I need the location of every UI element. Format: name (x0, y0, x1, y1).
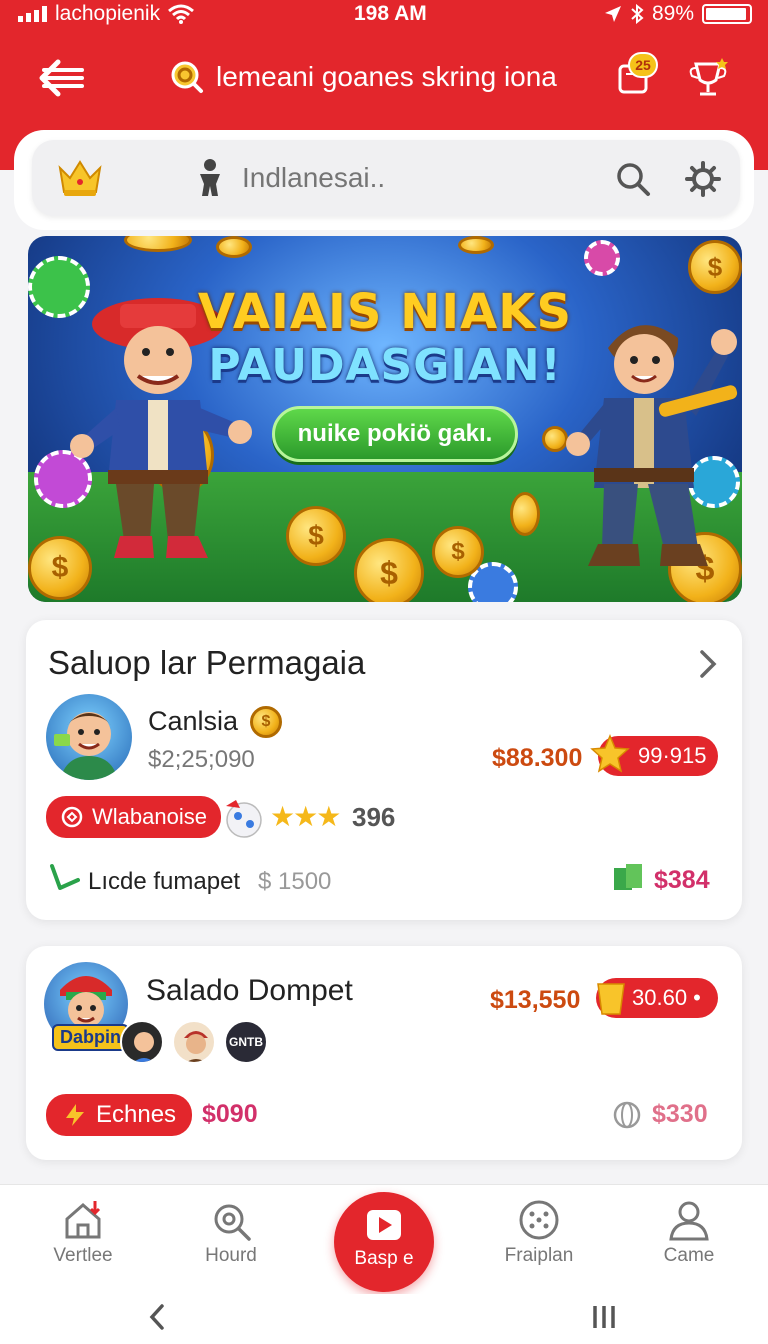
nav-item-games[interactable]: Fraiplan (484, 1199, 594, 1267)
tag-icon (61, 806, 83, 828)
nav-label: Basp e (354, 1248, 414, 1269)
score-tag-label: 99·915 (638, 743, 707, 768)
title-group: lemeani goanes skring iona (170, 60, 557, 94)
ball-icon (226, 800, 262, 838)
mini-avatar[interactable] (172, 1020, 216, 1064)
nav-item-home[interactable]: Vertlee (28, 1199, 138, 1267)
globe-icon (613, 1101, 641, 1129)
home-icon (65, 1201, 101, 1239)
page-title: lemeani goanes skring iona (216, 61, 557, 92)
battery-icon (702, 4, 752, 24)
banner-headline: VAIAIS NIAKS (197, 284, 573, 340)
carrier-group: lachopienik (18, 2, 195, 26)
coin-icon (216, 236, 252, 258)
carrier-name: lachopienik (55, 2, 161, 25)
system-nav-bar (0, 1294, 768, 1344)
search-bar (32, 140, 740, 216)
wallet-right-value: $330 (652, 1100, 708, 1128)
trophy-icon[interactable] (686, 56, 730, 100)
signal-icon (18, 6, 47, 22)
wifi-icon (168, 4, 195, 24)
action-pill-label: Echnes (96, 1101, 177, 1128)
action-pill-value: $090 (202, 1100, 258, 1128)
footer-right-value: $384 (654, 866, 710, 894)
status-pill[interactable]: Wlabanoise (46, 796, 221, 838)
pink-chip-icon (584, 240, 620, 276)
profile-icon (669, 1201, 709, 1241)
coin-icon: $ (354, 538, 424, 602)
back-arrow-icon[interactable] (36, 56, 88, 100)
nav-label: Came (663, 1245, 715, 1266)
dice-icon (519, 1200, 559, 1240)
banner-cta-button[interactable]: nuike pokiö gakı. (272, 406, 518, 462)
search-input[interactable] (242, 156, 602, 200)
rating-stars: ★★★ (270, 801, 341, 832)
bolt-icon (66, 1104, 84, 1126)
battery-percent: 89% (651, 2, 694, 25)
status-right: 89% (604, 2, 752, 26)
wallet-card: Dabpin GNTB Salado Dompet $13,550 30.60 … (26, 946, 742, 1160)
avatar[interactable] (46, 694, 132, 780)
nav-label: Fraiplan (504, 1245, 574, 1266)
card-title: Salado Dompet (146, 974, 353, 1007)
nav-item-search[interactable]: Hourd (176, 1199, 286, 1267)
chevron-right-icon[interactable] (696, 648, 720, 680)
ticket-icon (597, 983, 625, 1015)
system-recents-icon[interactable] (590, 1302, 618, 1332)
footer-value: $ 1500 (258, 868, 332, 895)
play-icon (367, 1210, 401, 1240)
gold-coin-icon: $ (250, 706, 282, 738)
coin-icon: $ (432, 526, 484, 578)
settings-icon[interactable] (684, 160, 722, 198)
footer-label: Lıcde fumapet (88, 868, 241, 895)
coin-icon (124, 236, 192, 252)
leaderboard-card: Saluop lar Permagaia Canlsia $ $2;25;090… (26, 620, 742, 920)
notification-badge: 25 (628, 52, 658, 78)
search-icon[interactable] (614, 160, 652, 198)
search-icon (214, 1204, 251, 1241)
player-amount: $2;25;090 (148, 746, 255, 773)
search-coin-icon (171, 61, 203, 93)
wallet-tag-label: 30.60 • (632, 985, 701, 1010)
crown-icon[interactable] (54, 154, 106, 200)
avatar-label: Dabpin (52, 1024, 129, 1051)
nav-label: Vertlee (53, 1245, 113, 1266)
player-price: $88.300 (492, 744, 583, 772)
trend-icon (50, 864, 80, 890)
banner-subheadline: PAUDASGIAN! (208, 340, 562, 391)
location-icon (604, 6, 621, 22)
app-bar: lemeani goanes skring iona 25 (0, 44, 768, 114)
action-pill[interactable]: Echnes (46, 1094, 193, 1136)
bluetooth-icon (631, 4, 644, 24)
status-bar: lachopienik 198 AM 89% (0, 0, 768, 28)
rating-count: 396 (352, 802, 396, 832)
mini-avatar-label: GNTB (229, 1035, 263, 1049)
coin-icon (458, 236, 494, 254)
player-name: Canlsia (148, 706, 239, 736)
clock: 198 AM (354, 2, 427, 25)
status-pill-label: Wlabanoise (92, 804, 207, 829)
mini-avatar[interactable] (120, 1020, 164, 1064)
system-back-icon[interactable] (146, 1302, 168, 1332)
person-icon (200, 159, 220, 196)
nav-label: Hourd (205, 1245, 257, 1266)
nav-item-play[interactable]: Basp e (334, 1192, 434, 1292)
star-icon (590, 734, 630, 773)
coin-icon (510, 492, 540, 536)
mini-avatar[interactable]: GNTB (224, 1020, 268, 1064)
promo-banner[interactable]: $ $ $ $ $ $ $ (28, 236, 742, 602)
card-title: Saluop lar Permagaia (48, 644, 366, 681)
nav-item-profile[interactable]: Came (634, 1199, 744, 1267)
cash-icon (614, 864, 642, 890)
wallet-price: $13,550 (490, 986, 581, 1014)
coin-icon: $ (286, 506, 346, 566)
